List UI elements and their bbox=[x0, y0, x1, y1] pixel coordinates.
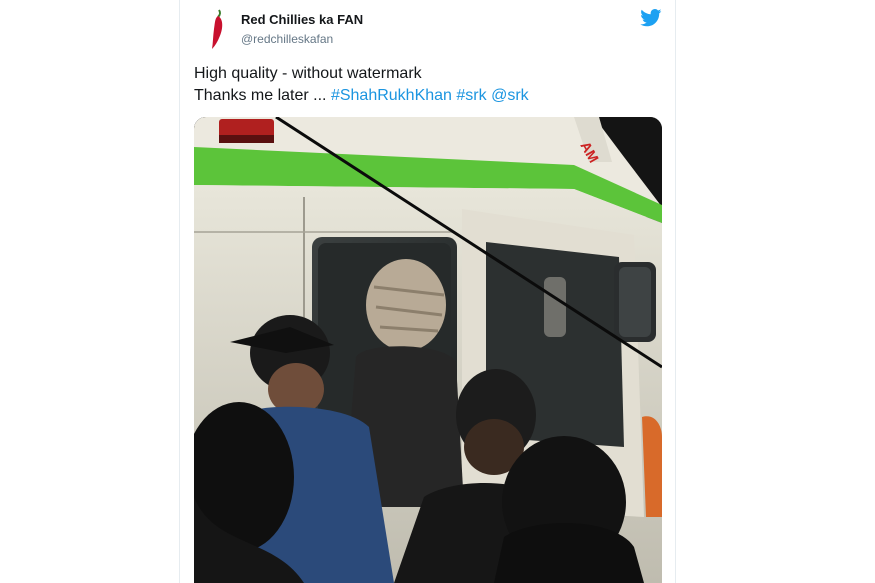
hashtag-shahrukhkhan[interactable]: #ShahRukhKhan bbox=[331, 87, 452, 104]
tweet-text-line-1: High quality - without watermark bbox=[194, 65, 422, 82]
twitter-bird-icon[interactable] bbox=[640, 9, 662, 27]
author-handle[interactable]: @redchilleskafan bbox=[241, 32, 333, 46]
red-chilli-icon[interactable] bbox=[206, 8, 228, 50]
tweet-photo[interactable]: AM bbox=[194, 117, 662, 583]
tweet-text-line-2: Thanks me later ... #ShahRukhKhan #srk @… bbox=[194, 85, 664, 107]
mention-srk[interactable]: @srk bbox=[491, 87, 529, 104]
tweet-text-prefix: Thanks me later ... bbox=[194, 87, 327, 104]
photo-ambulance-scene: AM bbox=[194, 117, 662, 583]
tweet-text: High quality - without watermark Thanks … bbox=[194, 63, 664, 107]
hashtag-srk[interactable]: #srk bbox=[456, 87, 486, 104]
author-name[interactable]: Red Chillies ka FAN bbox=[241, 12, 363, 27]
tweet-card: Red Chillies ka FAN @redchilleskafan Hig… bbox=[179, 0, 676, 583]
